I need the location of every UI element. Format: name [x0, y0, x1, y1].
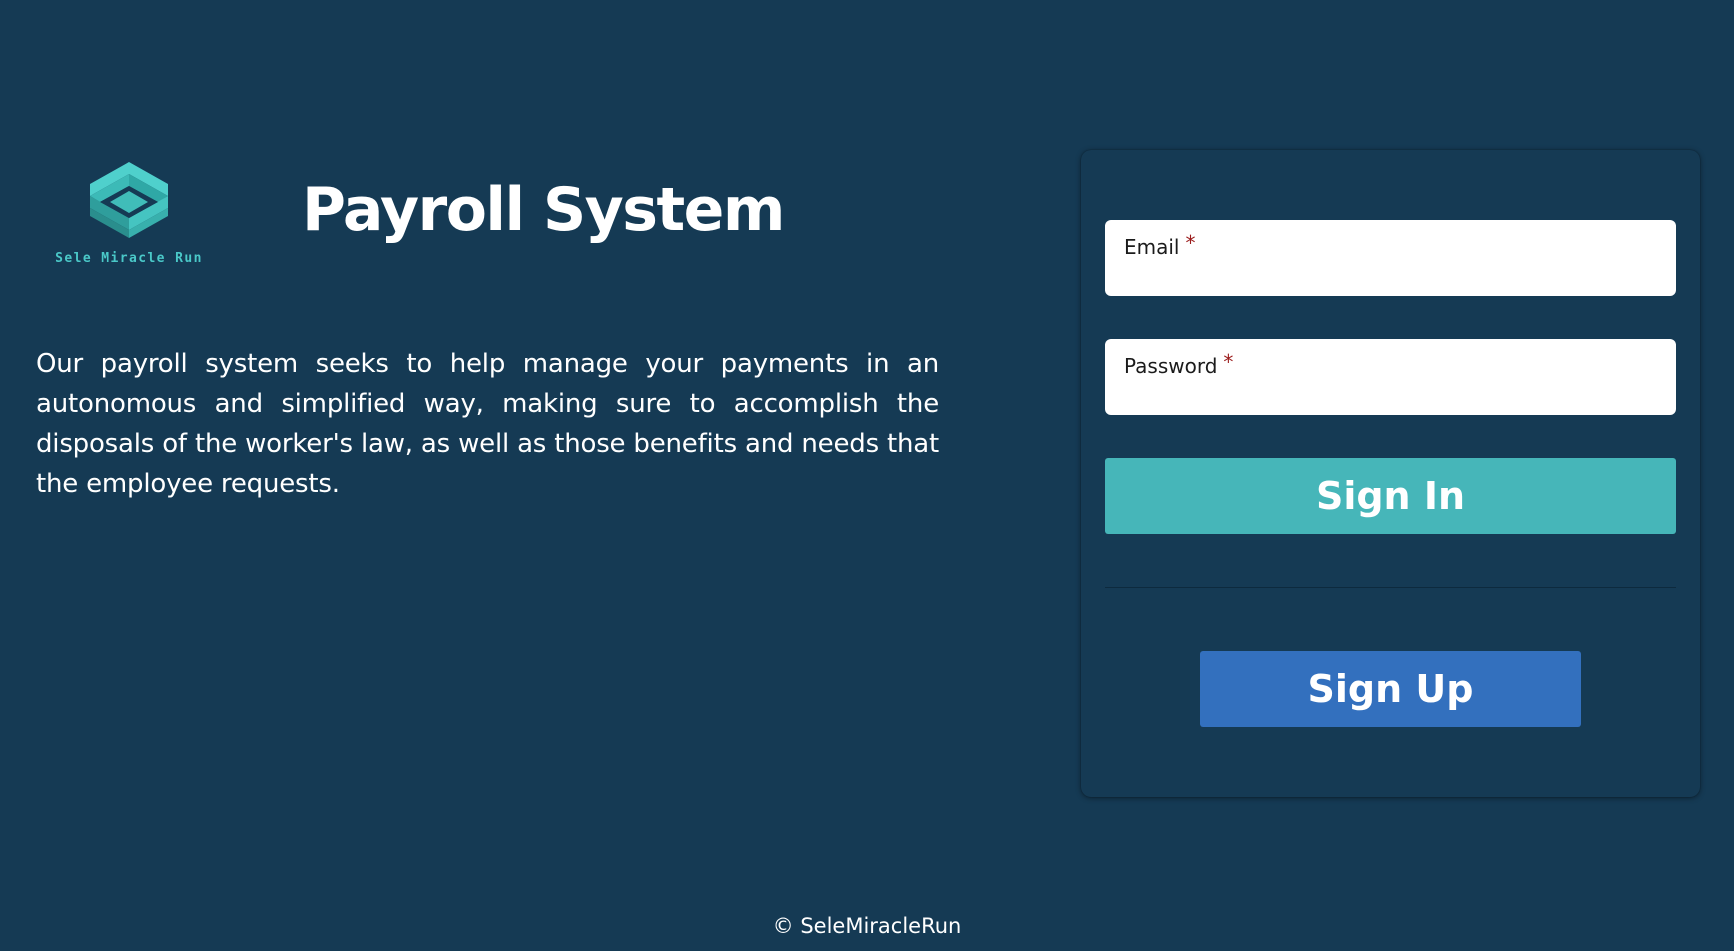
- email-field[interactable]: Email *: [1105, 220, 1676, 296]
- brand-name: Sele Miracle Run: [55, 251, 203, 266]
- password-label: Password *: [1124, 350, 1233, 378]
- sign-in-button[interactable]: Sign In: [1105, 458, 1676, 534]
- intertwined-cube-logo-icon: [90, 162, 168, 238]
- password-field[interactable]: Password *: [1105, 339, 1676, 415]
- login-card: Email * Password * Sign In Sign Up: [1081, 150, 1700, 797]
- password-required-mark: *: [1223, 350, 1234, 374]
- email-input[interactable]: [1124, 260, 1654, 288]
- sign-up-button[interactable]: Sign Up: [1200, 651, 1581, 727]
- form-divider: [1105, 587, 1676, 588]
- password-label-text: Password: [1124, 354, 1218, 378]
- intro-description: Our payroll system seeks to help manage …: [36, 349, 939, 499]
- password-input[interactable]: [1124, 379, 1654, 407]
- email-label-text: Email: [1124, 235, 1180, 259]
- email-required-mark: *: [1185, 231, 1196, 255]
- footer-copyright: © SeleMiracleRun: [772, 914, 962, 938]
- email-label: Email *: [1124, 231, 1196, 259]
- page-title: Payroll System: [302, 175, 785, 245]
- brand-logo: Sele Miracle Run: [36, 156, 222, 276]
